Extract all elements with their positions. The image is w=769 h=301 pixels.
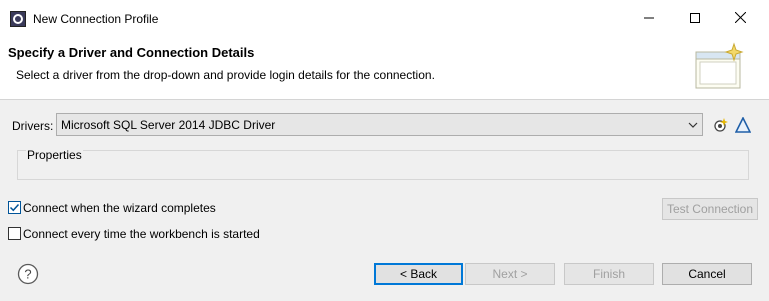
window-title: New Connection Profile bbox=[33, 12, 159, 26]
properties-group bbox=[17, 150, 749, 180]
maximize-button[interactable] bbox=[672, 0, 717, 38]
connect-every-time-checkbox[interactable] bbox=[8, 227, 21, 240]
drivers-dropdown[interactable]: Microsoft SQL Server 2014 JDBC Driver bbox=[56, 113, 703, 136]
connect-when-complete-label[interactable]: Connect when the wizard completes bbox=[23, 201, 216, 215]
finish-button[interactable]: Finish bbox=[564, 263, 654, 285]
test-connection-button[interactable]: Test Connection bbox=[662, 198, 758, 220]
drivers-selected-value: Microsoft SQL Server 2014 JDBC Driver bbox=[61, 117, 276, 132]
back-button[interactable]: < Back bbox=[374, 263, 463, 285]
edit-driver-icon[interactable] bbox=[734, 116, 752, 133]
svg-text:?: ? bbox=[24, 267, 31, 282]
cancel-button[interactable]: Cancel bbox=[662, 263, 752, 285]
drivers-label: Drivers: bbox=[12, 119, 54, 133]
page-title: Specify a Driver and Connection Details bbox=[8, 45, 255, 60]
next-button[interactable]: Next > bbox=[465, 263, 555, 285]
connect-every-time-label[interactable]: Connect every time the workbench is star… bbox=[23, 227, 260, 241]
eclipse-app-icon bbox=[10, 11, 26, 27]
properties-label: Properties bbox=[26, 148, 83, 162]
minimize-icon bbox=[643, 12, 654, 26]
new-driver-icon[interactable] bbox=[712, 117, 728, 133]
connect-when-complete-checkbox[interactable] bbox=[8, 201, 21, 214]
page-description: Select a driver from the drop-down and p… bbox=[16, 68, 435, 82]
wizard-banner-icon bbox=[690, 42, 746, 94]
maximize-icon bbox=[689, 12, 700, 26]
help-icon[interactable]: ? bbox=[17, 263, 39, 285]
close-button[interactable] bbox=[718, 0, 763, 38]
close-icon bbox=[734, 11, 747, 26]
chevron-down-icon bbox=[687, 119, 699, 131]
checkmark-icon bbox=[9, 203, 20, 212]
minimize-button[interactable] bbox=[626, 0, 671, 38]
